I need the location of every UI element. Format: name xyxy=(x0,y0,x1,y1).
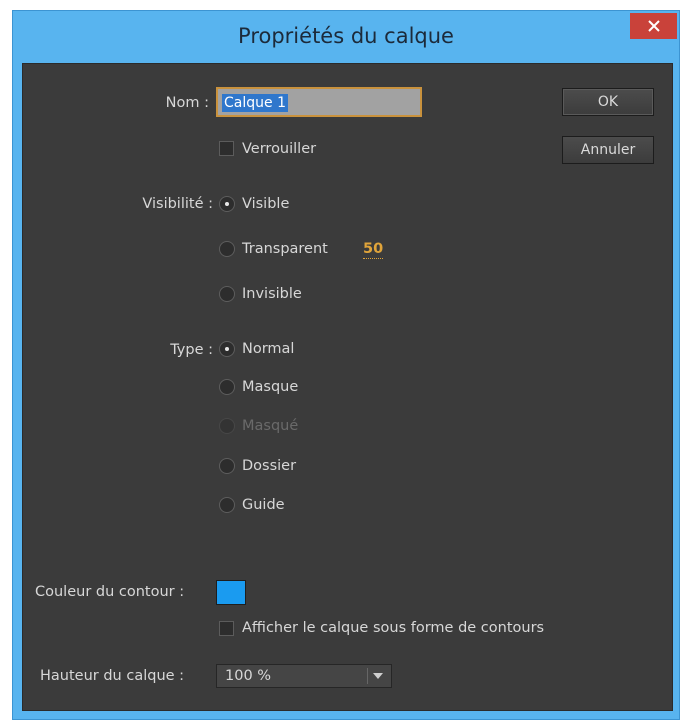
visibility-transparent-radio[interactable] xyxy=(219,241,235,257)
outline-color-swatch[interactable] xyxy=(216,580,246,605)
layer-name-input[interactable]: Calque 1 xyxy=(216,87,422,117)
type-mask-label: Masque xyxy=(242,379,299,395)
visibility-transparent-label: Transparent xyxy=(242,241,328,257)
chevron-down-icon xyxy=(373,673,383,679)
type-normal-label: Normal xyxy=(242,341,295,357)
dialog-body: Nom : Calque 1 OK Annuler Verrouiller Vi… xyxy=(22,63,673,711)
type-label: Type : xyxy=(170,342,213,358)
layer-properties-dialog: Propriétés du calque Nom : Calque 1 OK A… xyxy=(12,10,680,720)
type-guide-label: Guide xyxy=(242,497,285,513)
type-masked-label: Masqué xyxy=(242,418,299,434)
outline-color-label: Couleur du contour : xyxy=(35,584,185,600)
type-mask-radio[interactable] xyxy=(219,379,235,395)
ok-button[interactable]: OK xyxy=(562,88,654,116)
type-folder-radio[interactable] xyxy=(219,458,235,474)
cancel-button[interactable]: Annuler xyxy=(562,136,654,164)
name-label: Nom : xyxy=(165,95,209,111)
visibility-invisible-label: Invisible xyxy=(242,286,302,302)
close-button[interactable] xyxy=(630,13,677,39)
transparency-value[interactable]: 50 xyxy=(363,240,384,259)
visibility-label: Visibilité : xyxy=(142,196,213,212)
dropdown-divider xyxy=(367,668,368,684)
type-masked-radio xyxy=(219,418,235,434)
show-outlines-label: Afficher le calque sous forme de contour… xyxy=(242,620,545,636)
lock-label: Verrouiller xyxy=(242,141,317,157)
layer-name-value: Calque 1 xyxy=(222,94,288,112)
lock-checkbox[interactable] xyxy=(219,141,234,156)
close-icon xyxy=(647,20,660,32)
layer-height-value: 100 % xyxy=(225,668,272,684)
show-outlines-checkbox[interactable] xyxy=(219,621,234,636)
visibility-visible-label: Visible xyxy=(242,196,290,212)
type-normal-radio[interactable] xyxy=(219,341,235,357)
layer-height-label: Hauteur du calque : xyxy=(40,668,185,684)
layer-height-dropdown[interactable]: 100 % xyxy=(216,664,392,688)
visibility-invisible-radio[interactable] xyxy=(219,286,235,302)
type-guide-radio[interactable] xyxy=(219,497,235,513)
type-folder-label: Dossier xyxy=(242,458,297,474)
dialog-title: Propriétés du calque xyxy=(238,24,454,48)
visibility-visible-radio[interactable] xyxy=(219,196,235,212)
